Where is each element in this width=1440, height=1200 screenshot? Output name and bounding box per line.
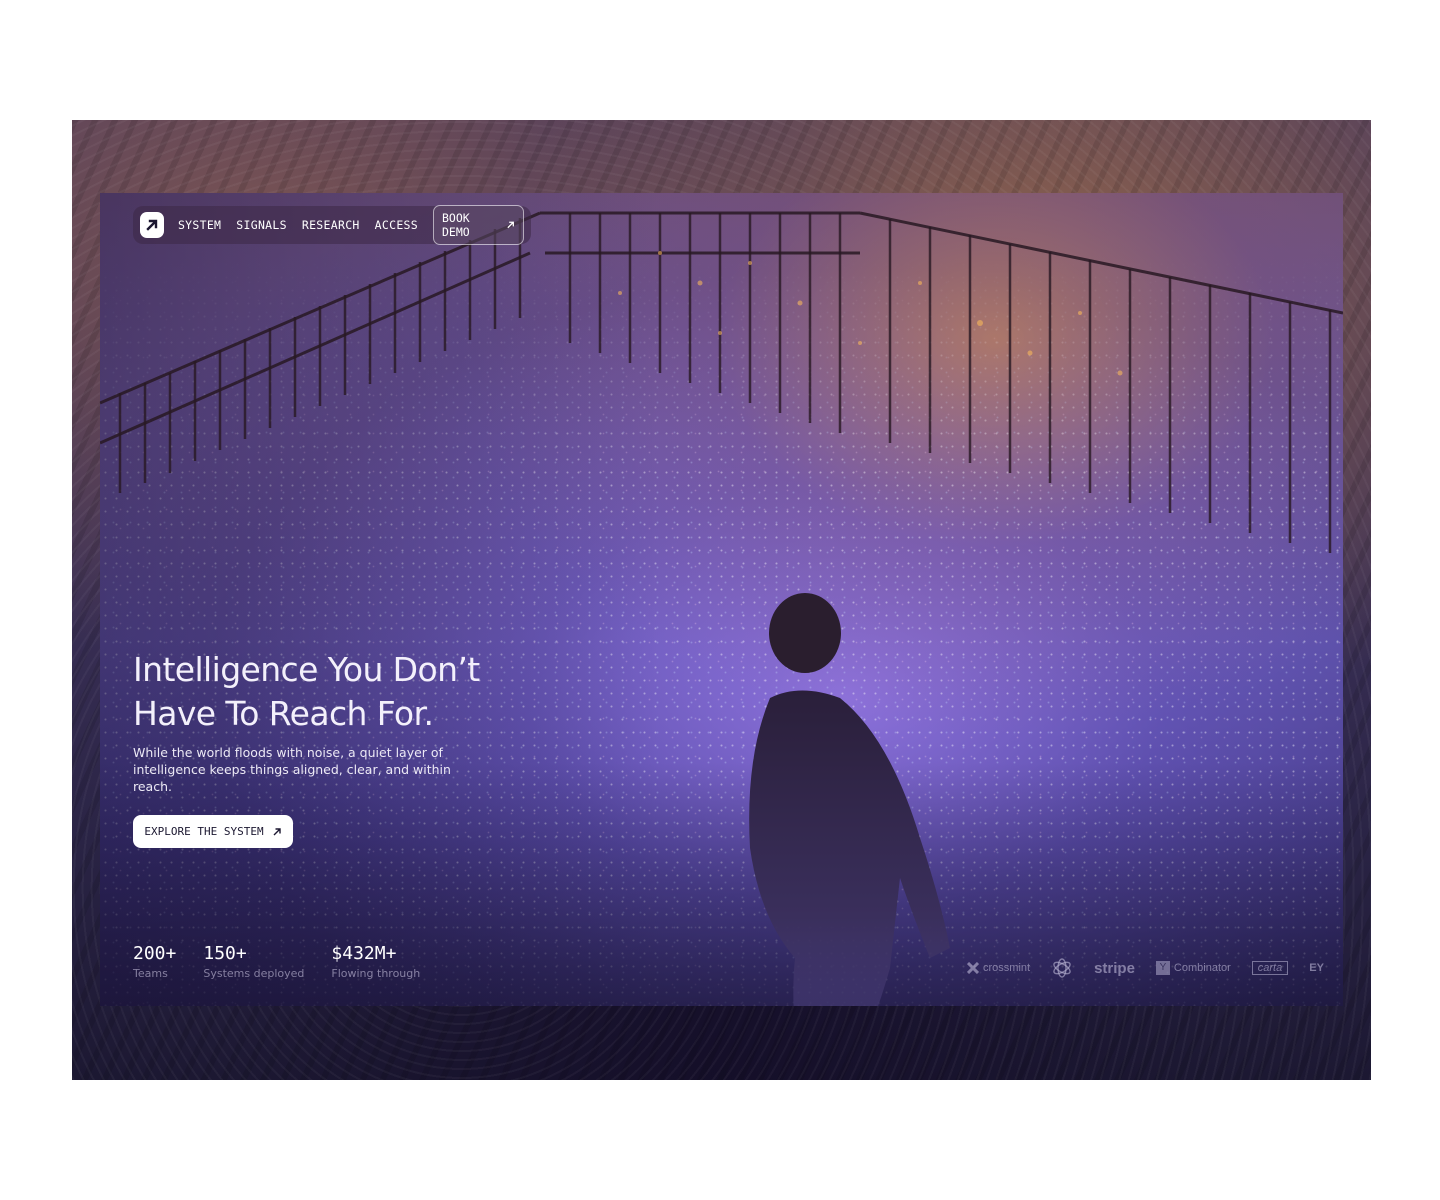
- carta-wordmark: carta: [1251, 961, 1289, 975]
- carta-logo: carta: [1251, 961, 1289, 975]
- book-demo-button[interactable]: BOOK DEMO: [433, 205, 524, 245]
- stat-label: Systems deployed: [203, 967, 305, 980]
- partner-logos: crossmint stripe Y Combinator carta EY: [967, 957, 1345, 979]
- stat-value: 150+: [203, 943, 247, 964]
- ycombinator-wordmark: Combinator: [1173, 962, 1231, 974]
- stat-flowing: $432M+ Flowing through: [331, 943, 420, 980]
- stat-label: Flowing through: [331, 967, 421, 980]
- top-navigation: SYSTEM SIGNALS RESEARCH ACCESS BOOK DEMO: [133, 205, 531, 245]
- headline-line-2: Have To Reach For.: [133, 694, 434, 733]
- railing-illustration: [100, 211, 1343, 553]
- stripe-wordmark: stripe: [1094, 959, 1135, 977]
- hero-headline: Intelligence You Don’t Have To Reach For…: [133, 648, 553, 736]
- explore-system-button[interactable]: EXPLORE THE SYSTEM: [133, 815, 293, 848]
- crossmint-logo: crossmint: [967, 962, 1030, 974]
- nav-link-research[interactable]: RESEARCH: [302, 218, 360, 232]
- crossmint-wordmark: crossmint: [983, 962, 1031, 974]
- stat-label: Teams: [133, 967, 168, 980]
- stats-row: 200+ Teams 150+ Systems deployed $432M+ …: [133, 943, 447, 980]
- nav-link-access[interactable]: ACCESS: [375, 218, 418, 232]
- stat-value: $432M+: [331, 943, 397, 964]
- headline-line-1: Intelligence You Don’t: [133, 650, 480, 689]
- stat-teams: 200+ Teams: [133, 943, 176, 980]
- explore-system-label: EXPLORE THE SYSTEM: [144, 825, 264, 838]
- arrow-up-right-icon: [146, 219, 158, 231]
- openai-knot-icon: [1053, 958, 1071, 978]
- stripe-logo: stripe: [1094, 960, 1135, 977]
- standing-figure-illustration: [749, 593, 950, 1006]
- openai-logo: [1051, 957, 1073, 979]
- logo-button[interactable]: [140, 212, 164, 238]
- ycombinator-mark: Y: [1155, 961, 1170, 975]
- nav-link-system[interactable]: SYSTEM: [178, 218, 221, 232]
- ycombinator-logo: Y Combinator: [1155, 961, 1231, 975]
- ey-logo: EY: [1309, 962, 1324, 974]
- arrow-up-right-icon: [507, 221, 514, 229]
- nav-link-signals[interactable]: SIGNALS: [236, 218, 287, 232]
- book-demo-label: BOOK DEMO: [442, 211, 470, 239]
- stat-systems: 150+ Systems deployed: [203, 943, 304, 980]
- crossmint-mark-icon: [967, 962, 979, 974]
- hero-subtitle: While the world floods with noise, a qui…: [133, 745, 451, 794]
- stat-value: 200+: [133, 943, 177, 964]
- hero-section: [100, 193, 1343, 1006]
- arrow-up-right-icon: [273, 827, 281, 835]
- ey-wordmark: EY: [1309, 962, 1324, 974]
